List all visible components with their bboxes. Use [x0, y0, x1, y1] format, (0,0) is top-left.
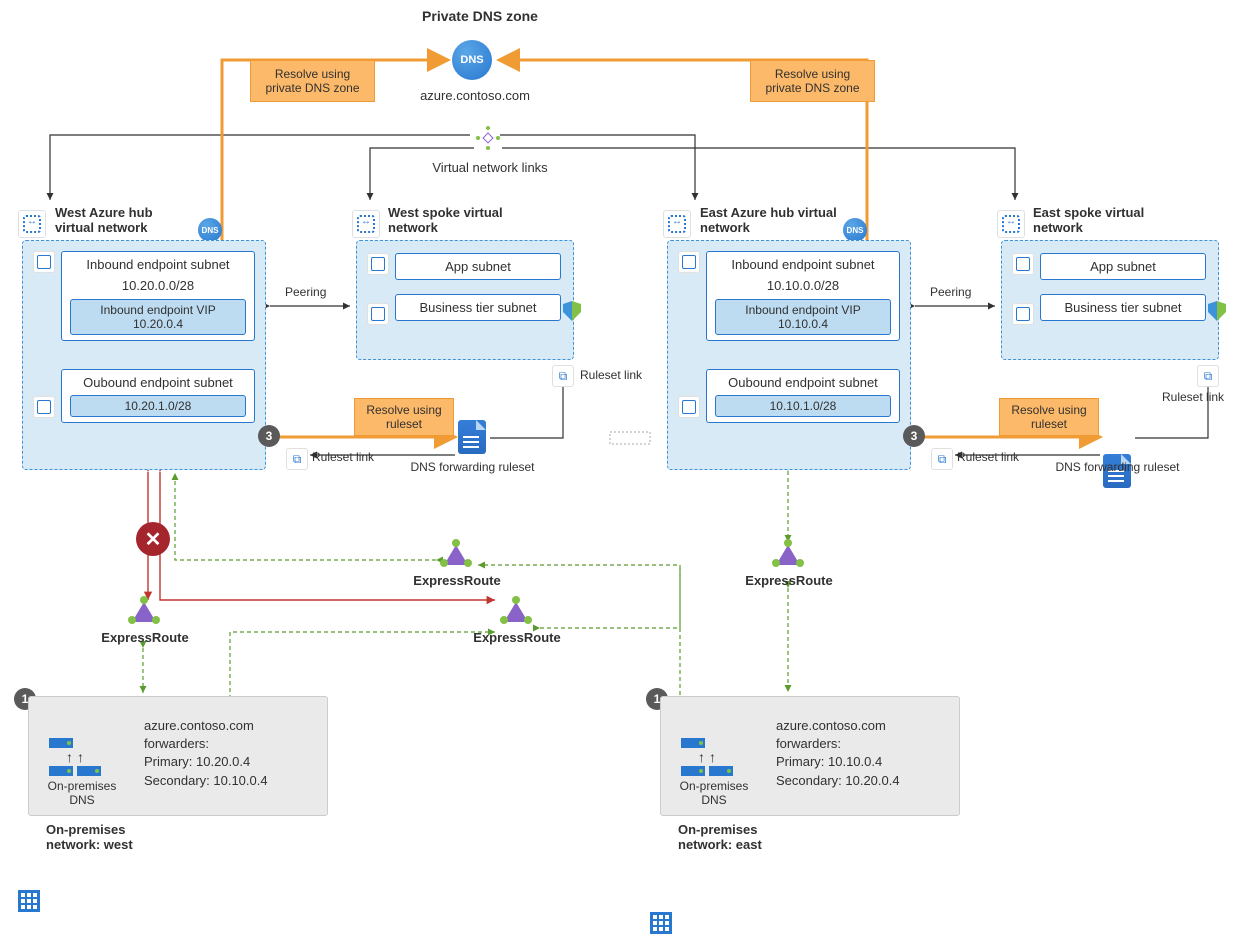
west-inbound-cidr: 10.20.0.0/28: [70, 278, 246, 293]
east-hub-title: East Azure hub virtual network: [700, 205, 840, 235]
dns-zone-icon: DNS: [452, 40, 492, 80]
east-fwd-primary: Primary: 10.10.0.4: [776, 753, 900, 771]
expressroute-label-c1: ExpressRoute: [407, 573, 507, 588]
expressroute-label-e: ExpressRoute: [739, 573, 839, 588]
west-outbound-cidr: 10.20.1.0/28: [70, 395, 246, 417]
subnet-icon: [678, 251, 700, 273]
resolve-zone-callout-east: Resolve using private DNS zone: [750, 60, 875, 102]
building-icon: [18, 890, 40, 912]
vnet-icon: [997, 210, 1025, 238]
west-fwd-secondary: Secondary: 10.10.0.4: [144, 772, 268, 790]
dns-small-icon: DNS: [198, 218, 222, 242]
east-inbound-subnet: Inbound endpoint subnet: [715, 257, 891, 272]
ruleset-link-label-west2: Ruleset link: [580, 368, 642, 382]
west-app-subnet: App subnet: [395, 253, 561, 280]
east-inbound-vip: Inbound endpoint VIP 10.10.0.4: [715, 299, 891, 335]
west-onprem-box: ↑↑ On-premises DNS azure.contoso.com for…: [28, 696, 328, 816]
expressroute-label-w1: ExpressRoute: [95, 630, 195, 645]
east-outbound-cidr: 10.10.1.0/28: [715, 395, 891, 417]
resolve-ruleset-callout-east: Resolve using ruleset: [999, 398, 1099, 436]
expressroute-icon: [444, 545, 468, 565]
peering-label-west: Peering: [285, 285, 326, 299]
west-spoke-title: West spoke virtual network: [388, 205, 518, 235]
dns-forwarding-ruleset-east: DNS forwarding ruleset: [1050, 460, 1185, 474]
east-spoke-vnet: App subnet Business tier subnet: [1001, 240, 1219, 360]
east-app-subnet: App subnet: [1040, 253, 1206, 280]
shield-icon: [563, 301, 581, 321]
dns-zone-domain: azure.contoso.com: [380, 88, 570, 103]
ruleset-icon: [458, 420, 486, 454]
dns-small-icon: DNS: [843, 218, 867, 242]
failure-icon: ✕: [136, 522, 170, 556]
virtual-network-links-icon: [478, 128, 498, 148]
ruleset-link-icon: ⧉: [286, 448, 308, 470]
virtual-network-links-label: Virtual network links: [400, 160, 580, 175]
east-onprem-title: On-premises network: east: [678, 822, 808, 852]
subnet-icon: [1012, 303, 1034, 325]
expressroute-icon: [132, 602, 156, 622]
west-onprem-title: On-premises network: west: [46, 822, 176, 852]
badge-3-west: 3: [258, 425, 280, 447]
east-hub-vnet: Inbound endpoint subnet 10.10.0.0/28 Inb…: [667, 240, 911, 470]
west-biz-subnet: Business tier subnet: [395, 294, 561, 321]
onprem-dns-label-west: On-premises DNS: [37, 779, 127, 807]
west-fwd-primary: Primary: 10.20.0.4: [144, 753, 268, 771]
east-biz-subnet: Business tier subnet: [1040, 294, 1206, 321]
west-inbound-vip: Inbound endpoint VIP 10.20.0.4: [70, 299, 246, 335]
dns-forwarding-ruleset-west: DNS forwarding ruleset: [405, 460, 540, 474]
east-inbound-cidr: 10.10.0.0/28: [715, 278, 891, 293]
east-spoke-title: East spoke virtual network: [1033, 205, 1163, 235]
building-icon: [650, 912, 672, 934]
ruleset-link-label-west: Ruleset link: [312, 450, 374, 464]
west-hub-vnet: Inbound endpoint subnet 10.20.0.0/28 Inb…: [22, 240, 266, 470]
ruleset-link-label-east2: Ruleset link: [1162, 390, 1224, 404]
east-fwd-secondary: Secondary: 10.20.0.4: [776, 772, 900, 790]
west-spoke-vnet: App subnet Business tier subnet: [356, 240, 574, 360]
peering-label-east: Peering: [930, 285, 971, 299]
onprem-dns-label-east: On-premises DNS: [669, 779, 759, 807]
expressroute-icon: [776, 545, 800, 565]
vnet-icon: [352, 210, 380, 238]
subnet-icon: [33, 396, 55, 418]
resolve-ruleset-callout-west: Resolve using ruleset: [354, 398, 454, 436]
west-inbound-subnet: Inbound endpoint subnet: [70, 257, 246, 272]
resolve-zone-callout-west: Resolve using private DNS zone: [250, 60, 375, 102]
west-fwd-heading: forwarders:: [144, 735, 268, 753]
west-hub-title: West Azure hub virtual network: [55, 205, 195, 235]
east-onprem-box: ↑↑ On-premises DNS azure.contoso.com for…: [660, 696, 960, 816]
subnet-icon: [367, 253, 389, 275]
west-outbound-subnet: Oubound endpoint subnet: [70, 375, 246, 390]
east-fwd-domain: azure.contoso.com: [776, 717, 900, 735]
ruleset-link-icon: ⧉: [552, 365, 574, 387]
expressroute-label-c2: ExpressRoute: [467, 630, 567, 645]
east-outbound-subnet: Oubound endpoint subnet: [715, 375, 891, 390]
ruleset-link-icon: ⧉: [931, 448, 953, 470]
subnet-icon: [33, 251, 55, 273]
badge-3-east: 3: [903, 425, 925, 447]
east-fwd-heading: forwarders:: [776, 735, 900, 753]
expressroute-icon: [504, 602, 528, 622]
ruleset-link-label-east: Ruleset link: [957, 450, 1019, 464]
west-fwd-domain: azure.contoso.com: [144, 717, 268, 735]
ruleset-link-icon: ⧉: [1197, 365, 1219, 387]
subnet-icon: [367, 303, 389, 325]
subnet-icon: [678, 396, 700, 418]
private-dns-zone-title: Private DNS zone: [380, 8, 580, 24]
subnet-icon: [1012, 253, 1034, 275]
vnet-icon: [663, 210, 691, 238]
shield-icon: [1208, 301, 1226, 321]
vnet-icon: [18, 210, 46, 238]
